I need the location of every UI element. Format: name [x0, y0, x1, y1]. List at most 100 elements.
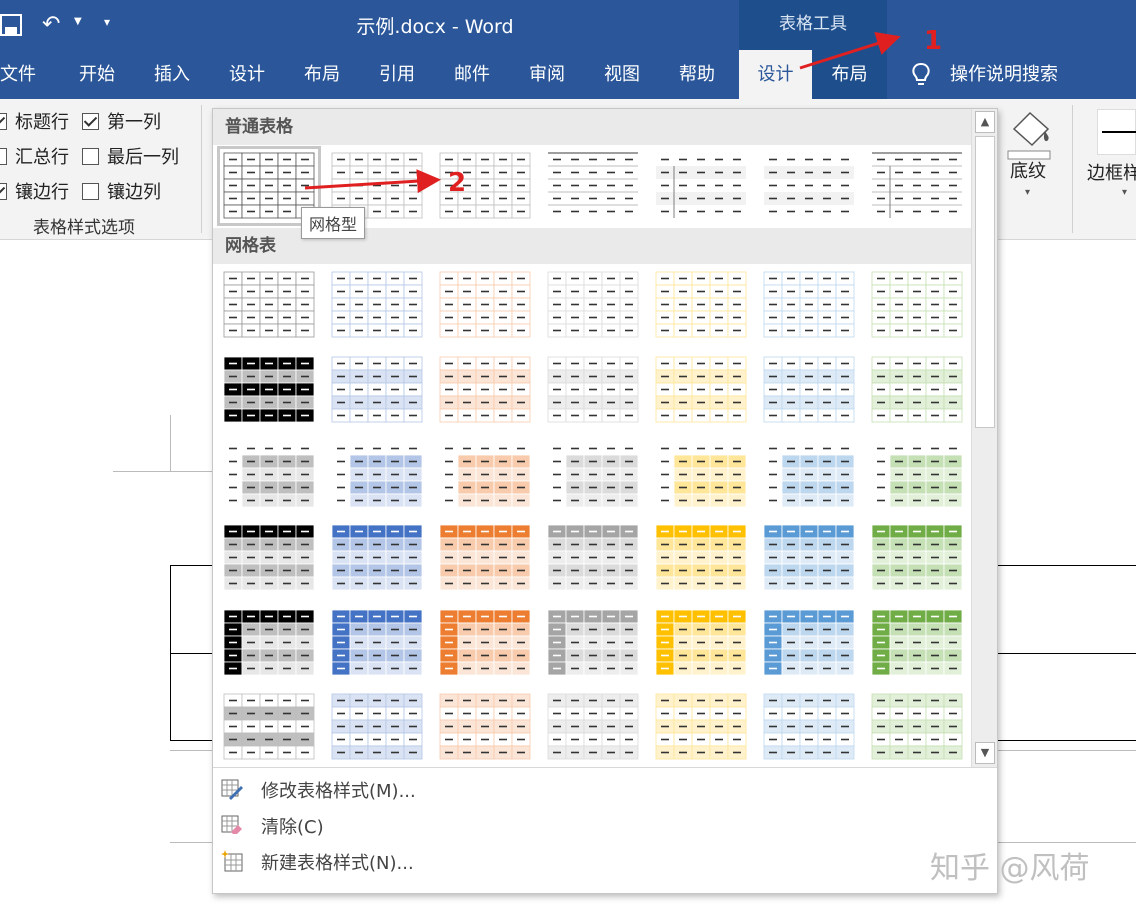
page-guide [170, 750, 215, 751]
table-style-thumbnail-grid-4-7[interactable] [871, 524, 963, 592]
table-style-thumbnail-grid-3-7[interactable] [871, 441, 963, 509]
table-style-thumbnail-grid-3-1[interactable] [223, 441, 315, 509]
customize-qat-icon[interactable]: ▾ [104, 15, 110, 29]
table-style-thumbnail-grid-1-light-7[interactable] [871, 271, 963, 339]
tab-home[interactable]: 开始 [70, 50, 124, 99]
save-icon[interactable] [0, 14, 24, 36]
table-style-thumbnail-grid-3-4[interactable] [547, 441, 639, 509]
table-style-thumbnail-grid-2-1[interactable] [223, 356, 315, 424]
scroll-up-icon[interactable]: ▲ [975, 111, 995, 133]
scrollbar-thumb[interactable] [975, 136, 995, 428]
last-column-label: 最后一列 [107, 147, 179, 168]
table-style-thumbnail-grid-3-2[interactable] [331, 441, 423, 509]
tab-references[interactable]: 引用 [370, 50, 424, 99]
table-style-thumbnail-grid-5-dark-5[interactable] [655, 609, 747, 677]
table-style-thumbnail-grid-6-colorful-3[interactable] [439, 693, 531, 761]
tab-table-layout[interactable]: 布局 [812, 50, 887, 99]
table-style-thumbnail-plain-4[interactable] [655, 152, 747, 220]
header-row-checkbox[interactable]: 标题行 [0, 108, 69, 134]
last-column-checkbox[interactable]: 最后一列 [82, 143, 179, 169]
table-style-thumbnail-grid-5-dark-1[interactable] [223, 609, 315, 677]
table-style-thumbnail-grid-2-6[interactable] [763, 356, 855, 424]
table-style-thumbnail-grid-5-dark-2[interactable] [331, 609, 423, 677]
section-header-plain-tables: 普通表格 [213, 109, 971, 145]
group-separator [201, 105, 202, 233]
total-row-checkbox[interactable]: 汇总行 [0, 143, 69, 169]
table-style-thumbnail-grid-4-4[interactable] [547, 524, 639, 592]
checkbox-box [0, 113, 7, 130]
table-style-thumbnail-grid-6-colorful-2[interactable] [331, 693, 423, 761]
table-style-thumbnail-grid-3-6[interactable] [763, 441, 855, 509]
clear-table-style-item[interactable]: 清除(C) [213, 807, 997, 843]
table-style-thumbnail-grid-2-7[interactable] [871, 356, 963, 424]
table-style-thumbnail-grid-5-dark-4[interactable] [547, 609, 639, 677]
undo-dropdown-icon[interactable]: ▼ [74, 16, 82, 27]
table-style-thumbnail-grid-1-light-4[interactable] [547, 271, 639, 339]
tab-help[interactable]: 帮助 [670, 50, 724, 99]
first-column-checkbox[interactable]: 第一列 [82, 108, 161, 134]
watermark: 知乎 @风荷 [930, 851, 1090, 886]
tell-me-search[interactable]: 操作说明搜索 [947, 50, 1061, 99]
border-styles-button[interactable]: 边框样 [1087, 159, 1136, 185]
scroll-down-icon[interactable]: ▼ [975, 742, 995, 764]
border-styles-dropdown-icon[interactable]: ▾ [1122, 187, 1127, 198]
table-tools-context-label: 表格工具 [739, 0, 887, 50]
checkbox-box [0, 183, 7, 200]
table-style-thumbnail-grid-1-light-2[interactable] [331, 271, 423, 339]
table-style-thumbnail-grid-4-6[interactable] [763, 524, 855, 592]
table-style-thumbnail-grid-4-5[interactable] [655, 524, 747, 592]
table-style-thumbnail-grid-2-2[interactable] [331, 356, 423, 424]
table-style-thumbnail-grid-2-4[interactable] [547, 356, 639, 424]
table-style-thumbnail-grid-4-1[interactable] [223, 524, 315, 592]
undo-icon[interactable]: ↶ [42, 12, 60, 37]
table-style-thumbnail-grid-1-light-3[interactable] [439, 271, 531, 339]
table-style-thumbnail-grid-4-2[interactable] [331, 524, 423, 592]
border-style-preview[interactable] [1097, 109, 1136, 155]
table-style-thumbnail-grid-2-3[interactable] [439, 356, 531, 424]
modify-table-style-item[interactable]: 修改表格样式(M)... [213, 771, 997, 807]
table-style-thumbnail-grid-2-5[interactable] [655, 356, 747, 424]
tab-layout[interactable]: 布局 [295, 50, 349, 99]
table-border [998, 653, 1136, 654]
banded-rows-checkbox[interactable]: 镶边行 [0, 178, 69, 204]
table-style-thumbnail-grid-5-dark-3[interactable] [439, 609, 531, 677]
lightbulb-icon[interactable] [908, 61, 934, 89]
tab-table-design[interactable]: 设计 [739, 50, 812, 99]
table-style-thumbnail-grid-4-3[interactable] [439, 524, 531, 592]
checkbox-box [82, 113, 99, 130]
shading-dropdown-icon[interactable]: ▾ [1025, 187, 1030, 198]
table-style-thumbnail-grid-1-light-6[interactable] [763, 271, 855, 339]
table-style-thumbnail-plain-5[interactable] [763, 152, 855, 220]
table-style-thumbnail-grid-3-3[interactable] [439, 441, 531, 509]
tab-file[interactable]: 文件 [0, 50, 36, 99]
table-style-thumbnail-grid-6-colorful-5[interactable] [655, 693, 747, 761]
table-style-thumbnail-plain-3[interactable] [547, 152, 639, 220]
shading-button[interactable]: 底纹 [1010, 157, 1046, 183]
table-style-thumbnail-grid-6-colorful-7[interactable] [871, 693, 963, 761]
tab-mailings[interactable]: 邮件 [445, 50, 499, 99]
table-style-thumbnail-grid-1-light-5[interactable] [655, 271, 747, 339]
table-style-thumbnail-grid-6-colorful-4[interactable] [547, 693, 639, 761]
step1-number: 1 [924, 26, 943, 56]
banded-columns-checkbox[interactable]: 镶边列 [82, 178, 161, 204]
table-style-thumbnail-grid-5-dark-6[interactable] [763, 609, 855, 677]
tab-insert[interactable]: 插入 [145, 50, 199, 99]
table-style-thumbnail-grid-3-5[interactable] [655, 441, 747, 509]
checkbox-box [82, 183, 99, 200]
total-row-label: 汇总行 [15, 147, 69, 168]
table-style-thumbnail-grid-1-light-1[interactable] [223, 271, 315, 339]
page-guide [113, 471, 213, 472]
gallery-scrollbar[interactable]: ▲ ▼ [971, 109, 997, 767]
table-style-thumbnail-grid-5-dark-7[interactable] [871, 609, 963, 677]
first-column-label: 第一列 [107, 112, 161, 133]
table-style-thumbnail-grid-6-colorful-6[interactable] [763, 693, 855, 761]
tab-view[interactable]: 视图 [595, 50, 649, 99]
table-border [998, 740, 1136, 741]
style-tooltip: 网格型 [301, 207, 366, 239]
table-style-thumbnail-plain-6[interactable] [871, 152, 963, 220]
new-table-style-item[interactable]: 新建表格样式(N)... [213, 843, 997, 879]
tab-design[interactable]: 设计 [220, 50, 274, 99]
table-style-thumbnail-grid-6-colorful-1[interactable] [223, 693, 315, 761]
tab-review[interactable]: 审阅 [520, 50, 574, 99]
shading-paint-bucket-icon[interactable] [1004, 107, 1054, 163]
